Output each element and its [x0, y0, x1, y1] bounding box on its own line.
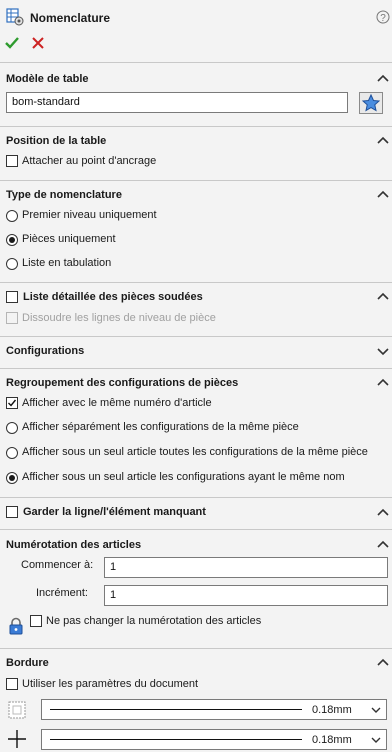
dissolve-checkbox[interactable] — [6, 312, 18, 324]
grouping-radio-all-configs[interactable] — [6, 447, 18, 459]
collapse-icon[interactable] — [376, 656, 390, 668]
collapse-icon[interactable] — [376, 290, 390, 302]
bom-type-label: Premier niveau uniquement — [22, 209, 157, 221]
lock-icon[interactable] — [8, 617, 24, 635]
line-preview — [50, 739, 302, 740]
configurations-header[interactable]: Configurations — [6, 345, 84, 357]
numbering-header: Numérotation des articles — [6, 539, 142, 551]
start-at-field[interactable]: 1 — [104, 557, 388, 578]
box-border-thickness-value: 0.18mm — [312, 704, 352, 716]
weldment-checkbox[interactable] — [6, 291, 18, 303]
table-template-header: Modèle de table — [6, 73, 89, 85]
bom-type-header: Type de nomenclature — [6, 189, 122, 201]
grouping-radio-separate[interactable] — [6, 422, 18, 434]
grid-border-thickness-value: 0.18mm — [312, 734, 352, 746]
chevron-down-icon — [370, 705, 382, 715]
border-header: Bordure — [6, 657, 49, 669]
collapse-icon[interactable] — [376, 376, 390, 388]
grouping-label: Afficher sous un seul article toutes les… — [22, 446, 368, 458]
bom-type-label: Liste en tabulation — [22, 257, 112, 269]
collapse-icon[interactable] — [376, 188, 390, 200]
no-renumber-label: Ne pas changer la numérotation des artic… — [46, 615, 262, 627]
collapse-icon[interactable] — [376, 134, 390, 146]
use-document-settings-checkbox[interactable] — [6, 678, 18, 690]
favorite-template-button[interactable] — [359, 92, 383, 114]
window-title: Nomenclature — [30, 11, 111, 25]
attach-anchor-checkbox[interactable] — [6, 155, 18, 167]
no-renumber-checkbox[interactable] — [30, 615, 42, 627]
increment-field[interactable]: 1 — [104, 585, 388, 606]
chevron-down-icon — [370, 735, 382, 745]
bom-type-radio-top-level[interactable] — [6, 210, 18, 222]
grouping-label: Afficher séparément les configurations d… — [22, 421, 299, 433]
box-border-icon — [7, 700, 27, 720]
grid-border-icon — [7, 729, 27, 749]
grouping-header: Regroupement des configurations de pièce… — [6, 377, 239, 389]
box-border-thickness-dropdown[interactable]: 0.18mm — [41, 699, 387, 720]
ok-button[interactable] — [3, 34, 21, 52]
same-item-number-label: Afficher avec le même numéro d'article — [22, 397, 212, 409]
svg-text:?: ? — [380, 13, 386, 24]
keep-missing-header: Garder la ligne/l'élément manquant — [23, 506, 206, 518]
use-document-settings-label: Utiliser les paramètres du document — [22, 678, 199, 690]
bom-type-radio-parts-only[interactable] — [6, 234, 18, 246]
expand-icon[interactable] — [376, 345, 390, 357]
same-item-number-checkbox[interactable] — [6, 397, 18, 409]
table-template-field[interactable]: bom-standard — [6, 92, 348, 113]
bom-type-label: Pièces uniquement — [22, 233, 116, 245]
grouping-radio-same-name[interactable] — [6, 472, 18, 484]
start-at-label: Commencer à: — [21, 559, 94, 571]
cancel-button[interactable] — [30, 35, 46, 51]
help-icon[interactable]: ? — [376, 10, 390, 24]
collapse-icon[interactable] — [376, 506, 390, 518]
grid-border-thickness-dropdown[interactable]: 0.18mm — [41, 729, 387, 750]
bom-icon — [6, 8, 24, 26]
line-preview — [50, 709, 302, 710]
weldment-header: Liste détaillée des pièces soudées — [23, 291, 203, 303]
table-position-header: Position de la table — [6, 135, 107, 147]
attach-anchor-label: Attacher au point d'ancrage — [22, 155, 157, 167]
collapse-icon[interactable] — [376, 72, 390, 84]
grouping-label: Afficher sous un seul article les config… — [22, 471, 345, 483]
dissolve-label: Dissoudre les lignes de niveau de pièce — [22, 312, 216, 324]
keep-missing-checkbox[interactable] — [6, 506, 18, 518]
bom-type-radio-indented[interactable] — [6, 258, 18, 270]
increment-label: Incrément: — [36, 587, 88, 599]
collapse-icon[interactable] — [376, 538, 390, 550]
